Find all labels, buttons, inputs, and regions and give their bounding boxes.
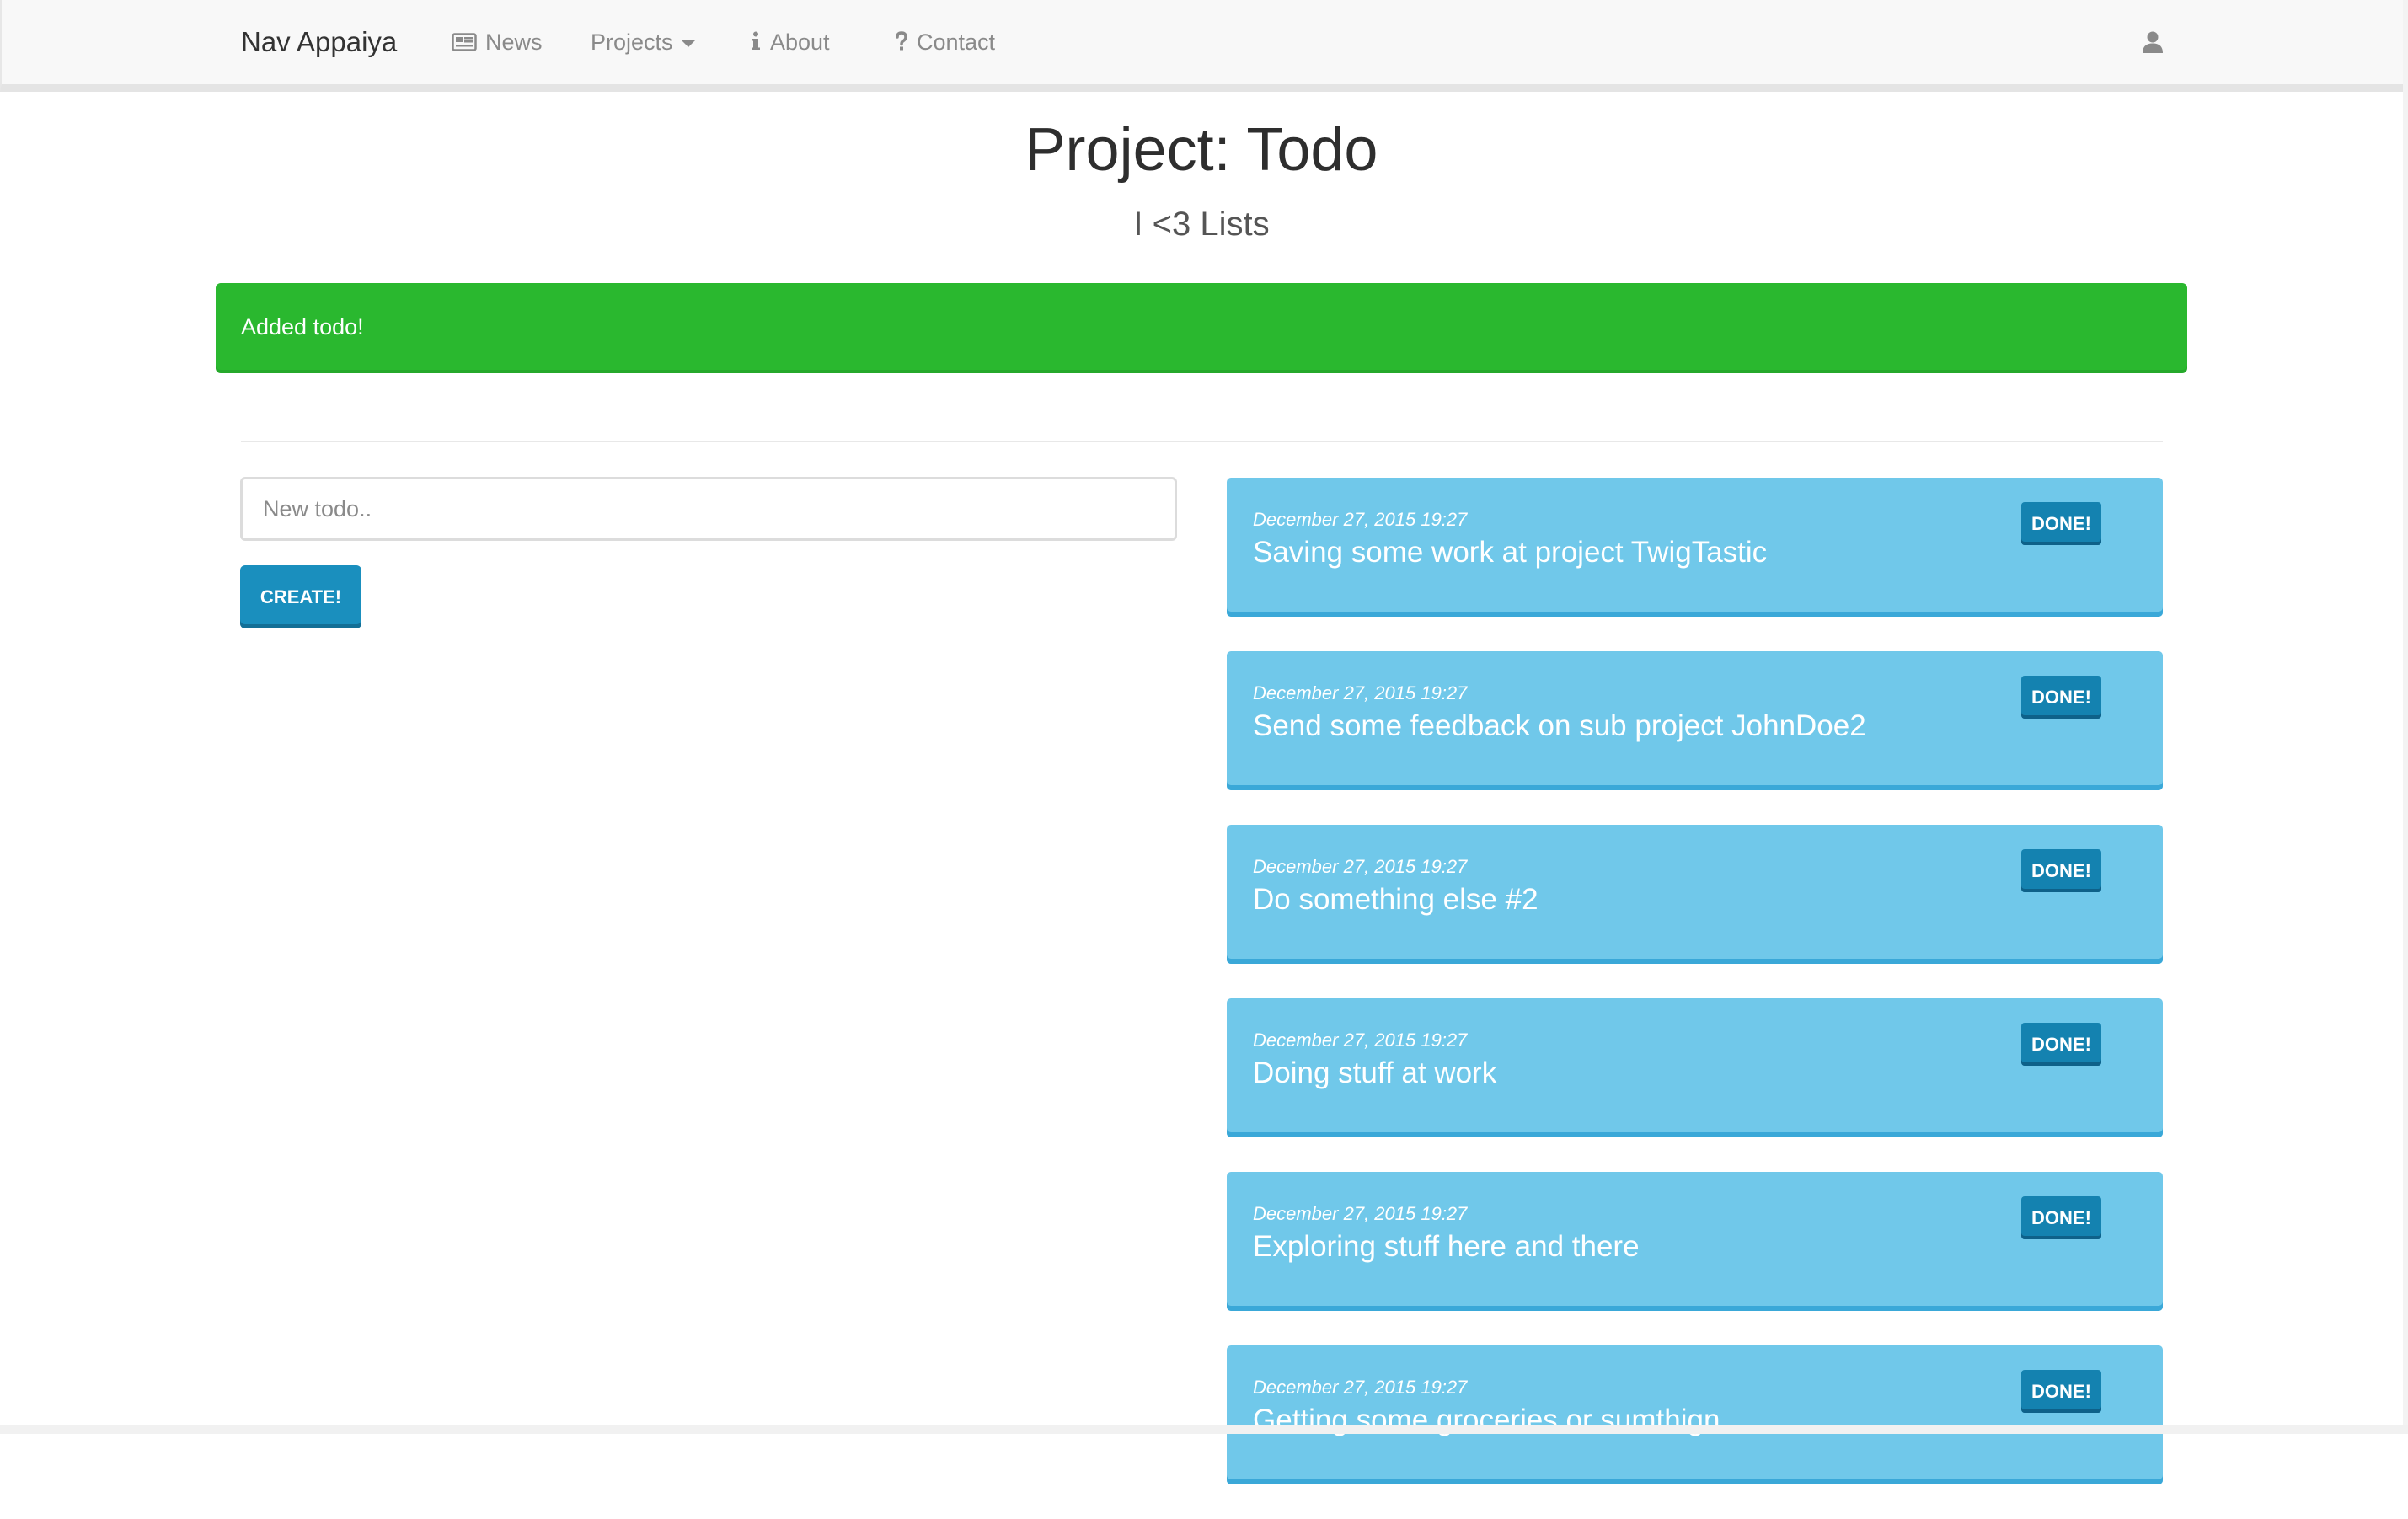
nav-item-about[interactable]: About — [750, 20, 830, 64]
done-button[interactable]: DONE! — [2021, 676, 2101, 719]
user-icon — [2142, 31, 2164, 57]
new-todo-input[interactable] — [240, 477, 1177, 541]
create-button[interactable]: CREATE! — [240, 565, 361, 628]
divider — [241, 441, 2163, 442]
todo-date: December 27, 2015 19:27 — [1253, 682, 1468, 703]
todo-text: Exploring stuff here and there — [1253, 1230, 1640, 1263]
todo-text: Doing stuff at work — [1253, 1056, 1497, 1089]
todo-date: December 27, 2015 19:27 — [1253, 1030, 1468, 1051]
todo-text: Saving some work at project TwigTastic — [1253, 536, 1768, 569]
nav-item-label: Projects — [591, 29, 673, 55]
brand-link[interactable]: Nav Appaiya — [241, 20, 397, 64]
question-icon — [895, 22, 908, 66]
todo-text: Getting some groceries or sumthign — [1253, 1404, 1720, 1436]
user-menu[interactable] — [2142, 30, 2164, 58]
todo-text: Send some feedback on sub project JohnDo… — [1253, 709, 1866, 742]
todo-list: December 27, 2015 19:27 Saving some work… — [1227, 478, 2163, 1519]
nav-item-label: About — [770, 29, 830, 55]
todo-text: Do something else #2 — [1253, 883, 1538, 916]
chevron-down-icon — [681, 40, 695, 47]
todo-date: December 27, 2015 19:27 — [1253, 1203, 1468, 1224]
todo-date: December 27, 2015 19:27 — [1253, 856, 1468, 877]
nav-item-label: Contact — [917, 29, 996, 55]
alert-message: Added todo! — [241, 314, 364, 340]
nav-item-news[interactable]: News — [452, 20, 543, 64]
info-icon — [750, 22, 762, 66]
nav-item-label: News — [485, 29, 543, 55]
scrollbar-track[interactable] — [2403, 0, 2408, 1434]
success-alert: Added todo! — [216, 283, 2187, 373]
todo-card: December 27, 2015 19:27 Exploring stuff … — [1227, 1172, 2163, 1311]
page-subtitle: I <3 Lists — [1133, 206, 1270, 243]
page-title: Project: Todo — [1025, 116, 1378, 184]
done-button[interactable]: DONE! — [2021, 1196, 2101, 1239]
todo-card: December 27, 2015 19:27 Saving some work… — [1227, 478, 2163, 617]
nav-item-contact[interactable]: Contact — [895, 20, 995, 64]
done-button[interactable]: DONE! — [2021, 1370, 2101, 1413]
newspaper-icon — [452, 22, 477, 66]
todo-card: December 27, 2015 19:27 Doing stuff at w… — [1227, 998, 2163, 1137]
todo-date: December 27, 2015 19:27 — [1253, 509, 1468, 530]
done-button[interactable]: DONE! — [2021, 502, 2101, 545]
page-bottom-edge — [0, 1425, 2408, 1434]
done-button[interactable]: DONE! — [2021, 849, 2101, 892]
nav-item-projects[interactable]: Projects — [591, 20, 695, 64]
done-button[interactable]: DONE! — [2021, 1023, 2101, 1066]
todo-card: December 27, 2015 19:27 Do something els… — [1227, 825, 2163, 964]
todo-card: December 27, 2015 19:27 Getting some gro… — [1227, 1345, 2163, 1484]
todo-card: December 27, 2015 19:27 Send some feedba… — [1227, 651, 2163, 790]
todo-date: December 27, 2015 19:27 — [1253, 1377, 1468, 1398]
navbar: Nav Appaiya News Projects About Contact — [0, 0, 2405, 92]
